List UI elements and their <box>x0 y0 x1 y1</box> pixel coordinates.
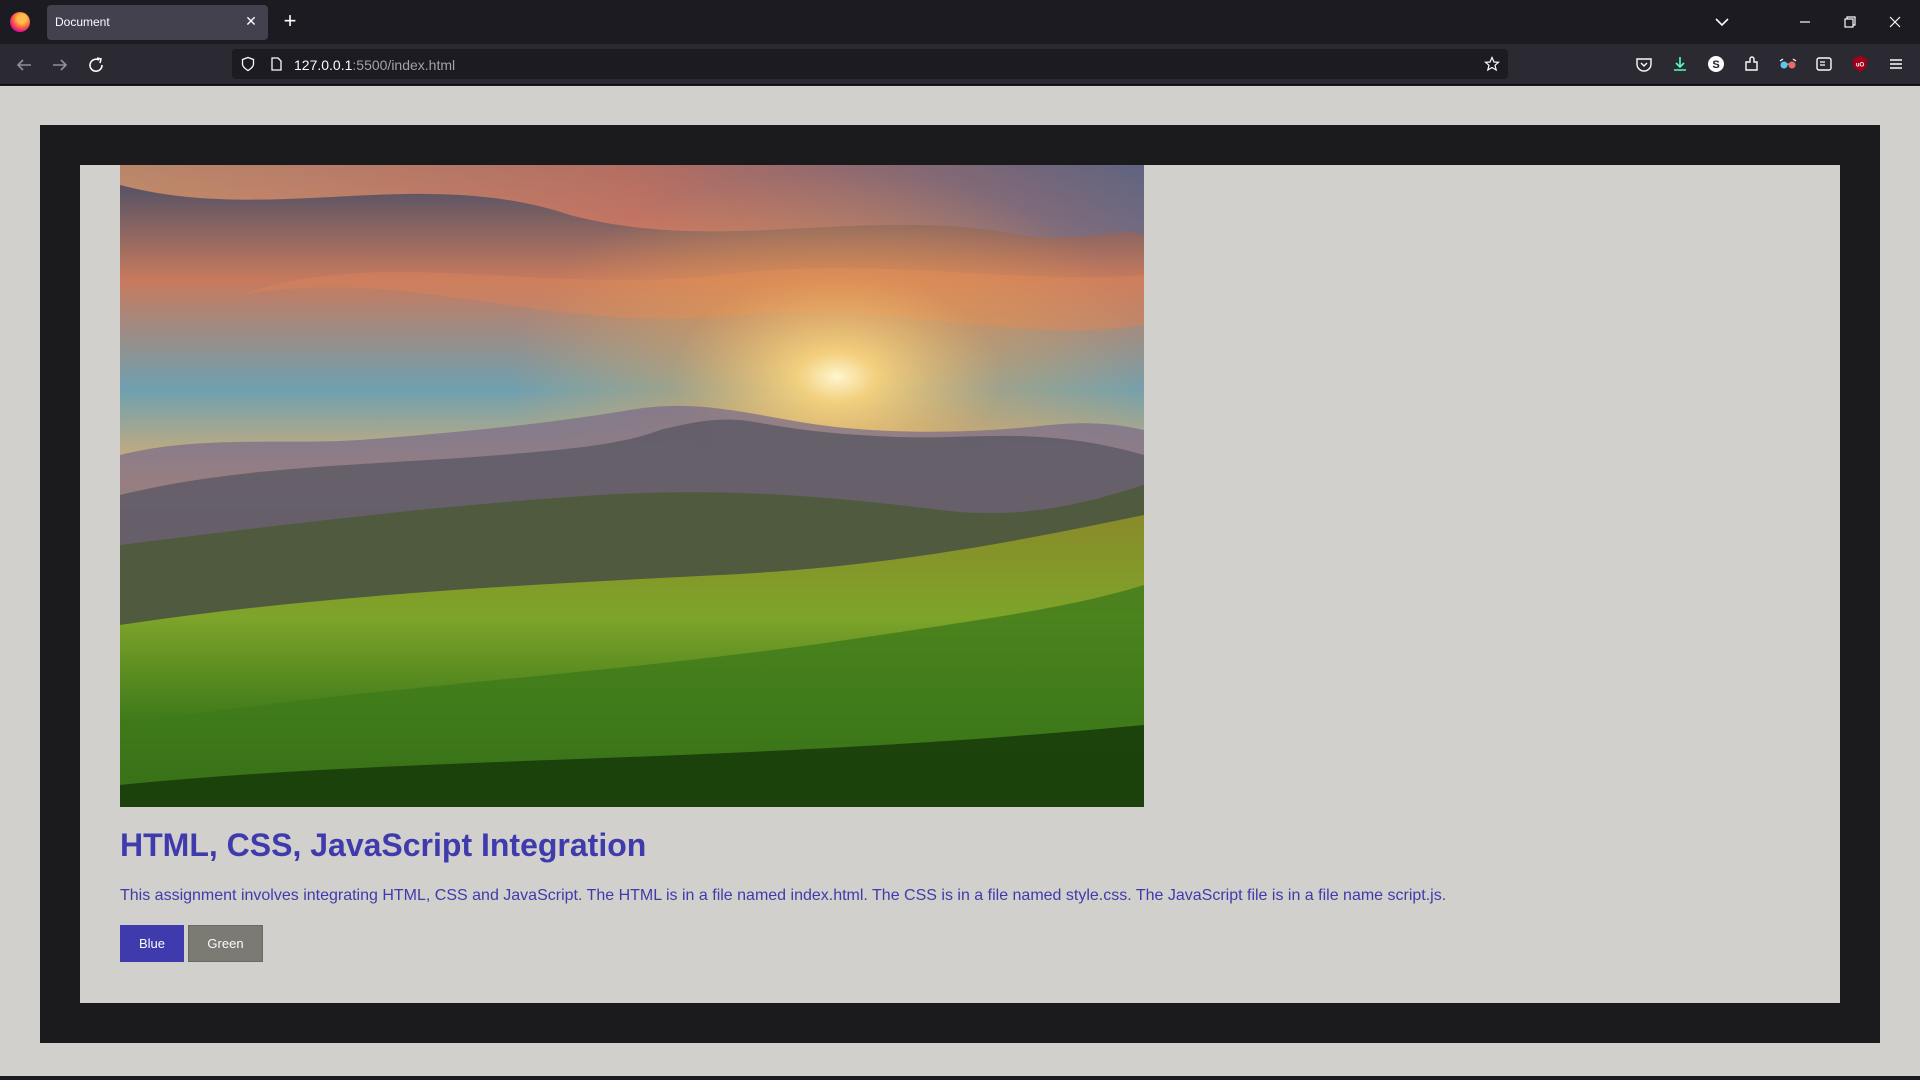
tab-strip: Document ✕ + <box>0 0 1920 44</box>
landscape-photo <box>120 165 1144 807</box>
tab-document[interactable]: Document ✕ <box>47 5 268 40</box>
chevron-down-icon[interactable] <box>1712 10 1732 34</box>
minimize-icon[interactable] <box>1795 10 1815 34</box>
window-bottom-edge <box>0 1076 1920 1080</box>
extensions-icon[interactable] <box>1742 54 1762 74</box>
page-title: HTML, CSS, JavaScript Integration <box>120 827 647 863</box>
page-description: This assignment involves integrating HTM… <box>120 887 1447 904</box>
back-icon[interactable] <box>12 53 36 77</box>
forward-icon[interactable] <box>48 53 72 77</box>
restore-icon[interactable] <box>1840 10 1860 34</box>
blue-button[interactable]: Blue <box>120 925 184 962</box>
ublock-origin-icon[interactable]: uO <box>1850 54 1870 74</box>
tab-title: Document <box>55 15 110 29</box>
pocket-icon[interactable] <box>1634 54 1654 74</box>
new-tab-button[interactable]: + <box>280 10 300 34</box>
url-text: 127.0.0.1:5500/index.html <box>294 57 456 73</box>
green-button[interactable]: Green <box>188 925 263 962</box>
hamburger-menu-icon[interactable] <box>1886 54 1906 74</box>
svg-text:S: S <box>1712 59 1719 71</box>
privacy-glasses-icon[interactable] <box>1778 54 1798 74</box>
reload-icon[interactable] <box>84 53 108 77</box>
sidebar-reader-icon[interactable] <box>1814 54 1834 74</box>
close-tab-icon[interactable]: ✕ <box>242 12 260 30</box>
close-window-icon[interactable] <box>1885 10 1905 34</box>
svg-text:uO: uO <box>1856 63 1865 69</box>
shield-icon[interactable] <box>240 56 256 72</box>
page-viewport: HTML, CSS, JavaScript Integration This a… <box>0 86 1920 1076</box>
url-bar[interactable]: 127.0.0.1:5500/index.html <box>232 49 1508 79</box>
page-icon[interactable] <box>268 56 284 72</box>
account-s-icon[interactable]: S <box>1706 54 1726 74</box>
page-frame: HTML, CSS, JavaScript Integration This a… <box>40 125 1880 1043</box>
page-container: HTML, CSS, JavaScript Integration This a… <box>80 165 1840 1003</box>
bookmark-star-icon[interactable] <box>1484 56 1500 72</box>
firefox-logo-icon <box>10 12 30 32</box>
downloads-icon[interactable] <box>1670 54 1690 74</box>
nav-toolbar: 127.0.0.1:5500/index.html S uO <box>0 44 1920 85</box>
